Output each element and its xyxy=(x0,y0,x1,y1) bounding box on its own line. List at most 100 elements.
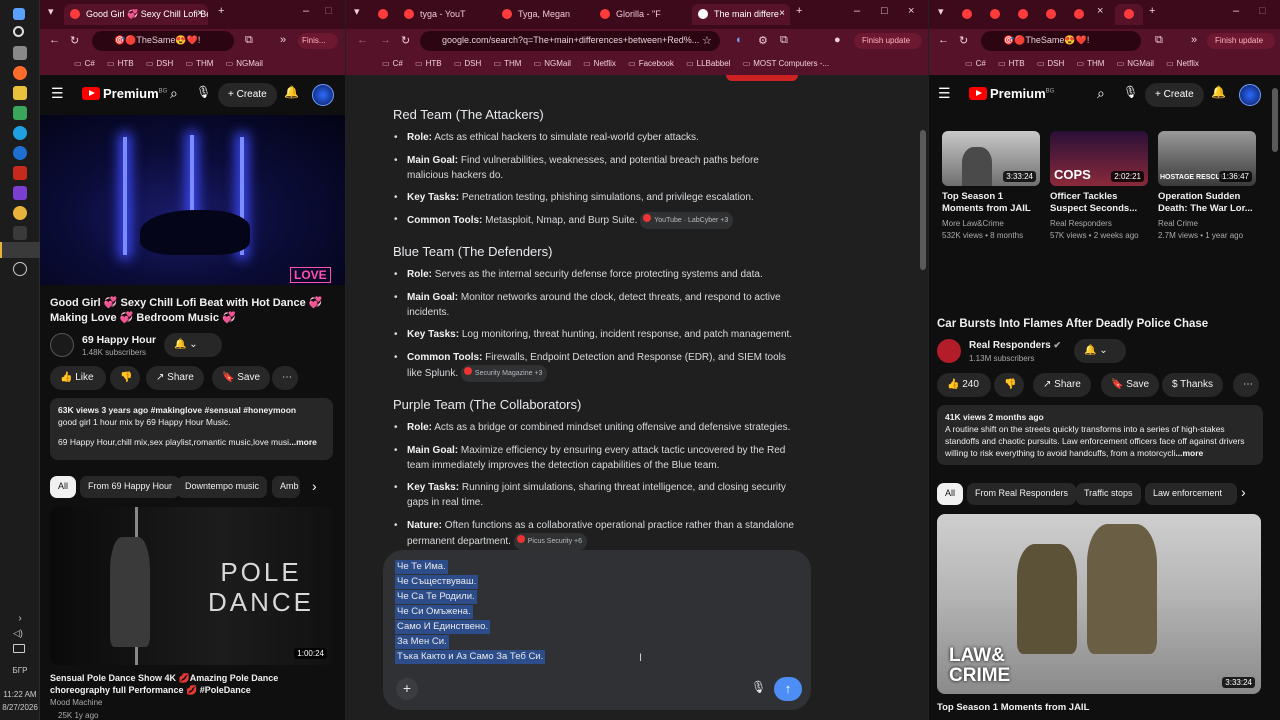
bookmark-netflix[interactable]: Netflix xyxy=(1166,53,1199,68)
source-chip[interactable]: YouTube · LabCyber +3 xyxy=(640,212,734,229)
prompt-composer[interactable]: Че Те Има. Че Съществуваш. Че Са Те Роди… xyxy=(383,550,811,710)
more-link[interactable]: ...more xyxy=(289,437,317,447)
tab-glorilla[interactable]: Glorilla - "F xyxy=(594,4,692,25)
tab-youtube[interactable] xyxy=(1069,4,1091,25)
finish-update-button[interactable]: Finish update xyxy=(1207,33,1275,49)
chip-all[interactable]: All xyxy=(50,476,77,498)
video-channel[interactable]: Real Responders xyxy=(1050,219,1112,228)
tab-google-search[interactable]: The main differe × xyxy=(692,4,790,25)
maximize-icon[interactable]: □ xyxy=(1259,5,1266,17)
new-tab-icon[interactable]: + xyxy=(796,5,802,17)
clock-time[interactable]: 11:22 AM xyxy=(0,690,40,699)
bookmark-llbabbel[interactable]: LLBabbel xyxy=(686,53,731,68)
clock-date[interactable]: 8/27/2026 xyxy=(0,703,40,712)
microphone-icon[interactable]: 🎙 xyxy=(751,680,766,694)
bookmark-dsh[interactable]: DSH xyxy=(454,53,481,68)
extension-icon[interactable]: ◐ xyxy=(736,34,743,46)
recommended-channel[interactable]: Mood Machine xyxy=(50,698,102,707)
channel-name[interactable]: 69 Happy Hour xyxy=(82,334,156,346)
youtube-logo[interactable]: PremiumBG xyxy=(969,86,1054,101)
video-title[interactable]: Officer Tackles Suspect Seconds... xyxy=(1050,191,1150,215)
edge-icon[interactable] xyxy=(13,126,27,140)
notification-bell-button[interactable]: 🔔 ⌄ xyxy=(164,333,222,357)
video-title[interactable]: Top Season 1 Moments from JAIL xyxy=(942,191,1042,215)
notifications-icon[interactable]: 🔔 xyxy=(1211,85,1226,99)
app-icon[interactable] xyxy=(13,106,27,120)
bookmark-ngmail[interactable]: NGMail xyxy=(534,53,571,68)
tab-youtube-music[interactable] xyxy=(374,4,394,25)
bookmark-thm[interactable]: THM xyxy=(494,53,521,68)
video-description[interactable]: 63K views 3 years ago #makinglove #sensu… xyxy=(50,398,333,460)
page-scrollbar[interactable] xyxy=(1272,88,1278,152)
more-link[interactable]: ...more xyxy=(1175,448,1203,458)
video-thumbnail[interactable]: 3:33:24 xyxy=(942,131,1040,186)
bookmark-htb[interactable]: HTB xyxy=(998,53,1025,68)
address-bar[interactable]: google.com/search?q=The+main+differences… xyxy=(420,31,720,51)
channel-name[interactable]: Real Responders ✔ xyxy=(969,340,1061,351)
bookmark-htb[interactable]: HTB xyxy=(415,53,442,68)
more-icon[interactable]: » xyxy=(280,34,286,46)
search-icon[interactable]: ⌕ xyxy=(170,85,178,102)
video-player[interactable]: LOVE xyxy=(40,115,345,285)
chip-downtempo[interactable]: Downtempo music xyxy=(177,476,268,498)
chip-ambient[interactable]: Amb xyxy=(272,476,300,498)
chip-from-channel[interactable]: From Real Responders xyxy=(967,483,1077,505)
back-icon[interactable]: ← xyxy=(938,34,949,46)
chip-all[interactable]: All xyxy=(937,483,964,505)
search-icon[interactable] xyxy=(13,26,24,37)
recommended-thumbnail[interactable]: LAW& CRIME 3:33:24 xyxy=(937,514,1261,694)
chip-from-channel[interactable]: From 69 Happy Hour xyxy=(80,476,181,498)
like-button[interactable]: 👍 Like xyxy=(50,366,106,390)
bookmark-csharp[interactable]: C# xyxy=(382,53,403,68)
tab-menu-icon[interactable]: ▾ xyxy=(938,5,944,18)
share-button[interactable]: ↗ Share xyxy=(146,366,204,390)
extensions-icon[interactable]: ⧉ xyxy=(780,34,788,47)
minimize-icon[interactable]: – xyxy=(854,5,860,17)
share-button[interactable]: ↗ Share xyxy=(1033,373,1091,397)
bookmark-netflix[interactable]: Netflix xyxy=(583,53,616,68)
send-button[interactable]: ↑ xyxy=(774,677,802,701)
chevron-right-icon[interactable]: › xyxy=(312,478,317,494)
channel-avatar[interactable] xyxy=(937,339,961,363)
recommended-title[interactable]: Top Season 1 Moments from JAIL xyxy=(937,702,1089,713)
finish-update-button[interactable]: Finish update xyxy=(854,33,922,49)
more-actions-button[interactable]: ⋯ xyxy=(1233,373,1259,397)
new-tab-icon[interactable]: + xyxy=(218,5,224,17)
create-button[interactable]: + Create xyxy=(218,83,277,107)
video-thumbnail[interactable]: HOSTAGE RESCUE 1:36:47 xyxy=(1158,131,1256,186)
bookmark-csharp[interactable]: C# xyxy=(965,53,986,68)
extensions-icon[interactable]: ⧉ xyxy=(1155,34,1163,47)
page-scrollbar[interactable] xyxy=(920,130,926,270)
bookmark-csharp[interactable]: C# xyxy=(74,53,95,68)
network-icon[interactable] xyxy=(13,644,25,653)
extensions-icon[interactable]: ⧉ xyxy=(245,34,253,47)
search-icon[interactable]: ⌕ xyxy=(1097,85,1105,102)
chevron-up-icon[interactable]: › xyxy=(13,612,27,626)
youtube-logo[interactable]: PremiumBG xyxy=(82,86,167,101)
file-explorer-icon[interactable] xyxy=(13,46,27,60)
dislike-button[interactable]: 👎 xyxy=(110,366,140,390)
address-bar[interactable]: 🎯🔴TheSame😍❤️! xyxy=(981,31,1141,51)
tab-youtube[interactable] xyxy=(1013,4,1035,25)
app-icon[interactable] xyxy=(13,146,27,160)
save-button[interactable]: 🔖 Save xyxy=(1101,373,1160,397)
bookmark-star-icon[interactable]: ☆ xyxy=(702,34,712,47)
tab-youtube[interactable]: Good Girl 💞 Sexy Chill Lofi Be × xyxy=(64,4,208,25)
menu-icon[interactable]: ☰ xyxy=(51,85,64,102)
tab-menu-icon[interactable]: ▾ xyxy=(48,5,54,18)
recommended-title[interactable]: Sensual Pole Dance Show 4K 💋Amazing Pole… xyxy=(50,672,335,696)
close-icon[interactable]: × xyxy=(197,8,203,19)
new-tab-icon[interactable]: + xyxy=(1149,5,1155,17)
minimize-icon[interactable]: – xyxy=(303,5,309,17)
microphone-icon[interactable]: 🎙 xyxy=(196,85,211,99)
avatar[interactable] xyxy=(312,84,334,106)
extension-icon[interactable]: ⚙ xyxy=(758,34,768,47)
menu-icon[interactable]: ☰ xyxy=(938,85,951,102)
video-description[interactable]: 41K views 2 months ago A routine shift o… xyxy=(937,405,1263,465)
clock-icon[interactable] xyxy=(13,262,27,276)
app-icon[interactable] xyxy=(13,166,27,180)
back-icon[interactable]: ← xyxy=(357,34,368,46)
chrome-icon[interactable] xyxy=(13,206,27,220)
add-attachment-button[interactable]: + xyxy=(396,678,418,700)
channel-avatar[interactable] xyxy=(50,333,74,357)
